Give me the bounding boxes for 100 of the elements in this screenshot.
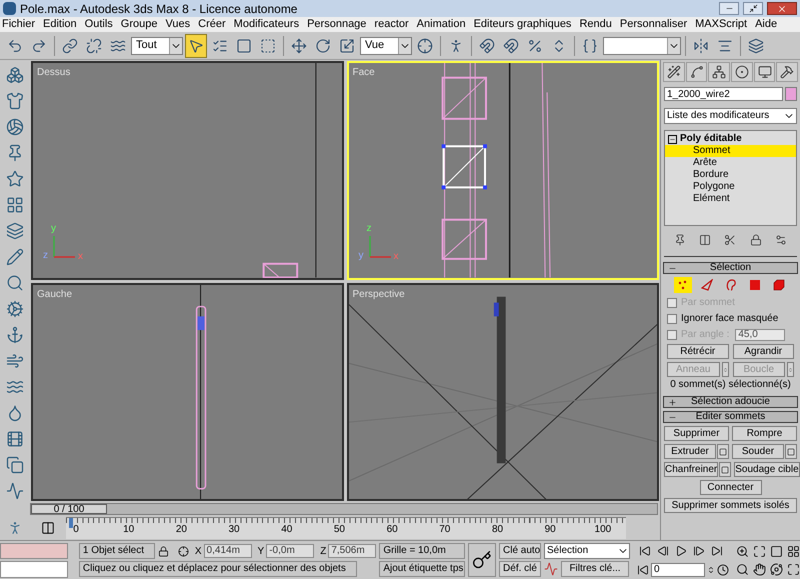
panel-tab[interactable] [686,62,708,82]
object-color-swatch[interactable] [785,87,797,101]
stack-subitem[interactable]: Sommet [665,145,796,157]
coordinate-field[interactable]: 7,506m [328,544,376,558]
settings-button[interactable] [719,462,732,477]
stack-subitem[interactable]: Polygone [665,181,796,193]
hand-button[interactable] [753,563,766,576]
panel-tab[interactable] [754,62,776,82]
rollout-header[interactable]: Editer sommets [663,411,798,423]
panel-button[interactable]: Extruder [664,444,716,459]
skip-start-button[interactable] [637,544,653,558]
rollout-header[interactable]: Sélection [663,262,798,274]
menu-item[interactable]: MAXScript [695,19,748,30]
panel-button[interactable]: Agrandir [732,344,794,359]
panel-tab[interactable] [663,62,685,82]
dropdown-field[interactable] [603,36,681,54]
lock-button[interactable] [750,234,762,246]
menu-item[interactable]: Créer [198,19,226,30]
panel-button[interactable]: Rétrécir [667,344,728,359]
star-button[interactable] [6,170,24,188]
subobject-button[interactable] [674,277,692,293]
menu-item[interactable]: Outils [84,19,113,30]
stack-subitem[interactable]: Arête [665,157,796,169]
anchor-button[interactable] [6,326,24,344]
script-listener-field[interactable] [0,543,68,559]
menu-item[interactable]: Personnage [307,19,366,30]
stack-subitem[interactable]: Bordure [665,169,796,181]
shirt-button[interactable] [6,92,24,110]
columns-button[interactable] [699,234,712,246]
pin-button[interactable] [6,144,24,162]
menu-item[interactable]: reactor [374,19,409,30]
dropdown-field[interactable]: Vue [360,36,412,54]
menu-item[interactable]: Personnaliser [620,19,688,30]
step-back-button[interactable] [655,544,671,558]
script-output-field[interactable] [0,561,68,578]
close-button[interactable] [767,2,797,15]
auto-key-button[interactable]: Clé auto [499,543,541,559]
magnifier-button[interactable] [6,274,24,292]
menu-item[interactable]: Aide [755,19,778,30]
panel-button[interactable]: Soudage cible [734,462,800,477]
frame-button[interactable] [770,544,783,558]
restore-button[interactable] [743,2,763,15]
menu-item[interactable]: Editeurs graphiques [474,19,572,30]
zoom-extents-button[interactable] [753,544,766,558]
panel-tab[interactable] [776,62,798,82]
time-slider-track[interactable]: 0 / 100 [30,502,658,514]
orbit-button[interactable] [770,563,783,576]
step-forward-button[interactable] [691,544,707,558]
add-time-tag-button[interactable]: Ajout étiquette tps [379,561,466,577]
pencil-button[interactable] [6,248,24,266]
menu-item[interactable]: Rendu [579,19,612,30]
zoom-button[interactable] [736,544,749,558]
panel-tab[interactable] [731,62,753,82]
ball-button[interactable] [6,118,24,136]
pulse-button[interactable] [6,482,24,500]
menu-item[interactable]: Groupe [120,19,158,30]
boxes-button[interactable] [6,66,24,84]
coordinate-field[interactable]: -0,0m [266,544,314,558]
settings-button[interactable] [775,234,788,246]
spinner-icon[interactable] [787,362,794,377]
frame-field[interactable]: 0 [651,562,705,576]
menu-item[interactable]: Edition [43,19,77,30]
grid-button[interactable] [787,544,800,558]
coordinate-field[interactable]: 0,414m [204,544,252,558]
maximize-button[interactable] [787,563,800,576]
panel-tab[interactable] [708,62,730,82]
pin-button[interactable] [674,234,686,246]
time-slider-thumb[interactable]: 0 / 100 [31,504,107,514]
key-filters-button[interactable]: Filtres clé... [561,561,629,577]
menu-item[interactable]: Modificateurs [234,19,300,30]
copy-button[interactable] [6,456,24,474]
stack-item[interactable]: Poly éditable [680,134,742,144]
menu-item[interactable]: Animation [416,19,466,30]
dropdown-field[interactable]: Tout [131,36,183,54]
object-name-field[interactable]: 1_2000_wire2 [664,87,783,101]
wave-button[interactable] [6,378,24,396]
layers-button[interactable] [6,222,24,240]
panel-button[interactable]: Supprimer [664,426,729,441]
panel-button[interactable]: Souder [732,444,784,459]
panel-button[interactable]: Rompre [732,426,797,441]
panel-button[interactable]: Supprimer sommets isolés [664,498,797,513]
film-button[interactable] [6,430,24,448]
droplet-button[interactable] [6,404,24,422]
menu-item[interactable]: Fichier [2,19,36,30]
wind-button[interactable] [6,352,24,370]
menu-item[interactable]: Vues [165,19,190,30]
skip-end-button[interactable] [709,544,725,558]
key-set-dropdown[interactable]: Sélection [544,543,630,559]
gear-button[interactable] [6,300,24,318]
panel-button[interactable]: Connecter [700,480,762,495]
scissors-button[interactable] [724,234,736,246]
checkbox[interactable] [667,314,677,324]
set-key-mode-button[interactable]: Déf. clé [499,561,541,577]
pointer-button[interactable] [185,34,207,58]
settings-button[interactable] [717,444,729,459]
time-ruler[interactable]: 0 10 20 30 40 50 60 70 80 90 100 [66,516,626,538]
set-key-button[interactable] [468,543,496,577]
settings-button[interactable] [785,444,797,459]
spinner-icon[interactable] [722,362,728,377]
modifier-list-dropdown[interactable]: Liste des modificateurs [664,108,797,124]
